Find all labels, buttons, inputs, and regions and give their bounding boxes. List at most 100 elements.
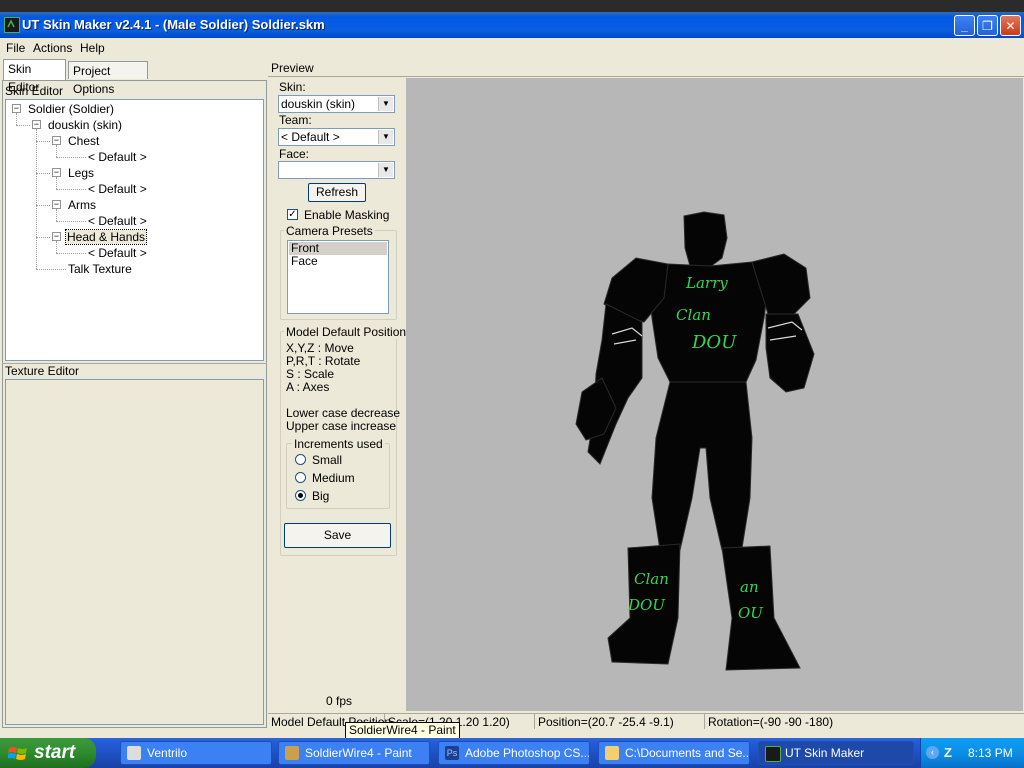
collapse-icon[interactable]: − [52,136,61,145]
collapse-icon[interactable]: − [12,104,21,113]
tree-line [56,189,86,190]
model-text-boot-ou: OU [738,604,764,622]
task-ventrilo-label: Ventrilo [147,746,188,760]
menu-bar [0,38,1024,58]
model-text-boot-dou: DOU [627,596,666,614]
collapse-icon[interactable]: − [52,200,61,209]
close-button[interactable]: ✕ [1000,15,1021,36]
increment-big-label: Big [312,489,330,503]
face-label: Face: [279,147,310,161]
increment-small-radio[interactable] [295,454,306,465]
minimize-button[interactable]: _ [954,15,975,36]
help-scale: S : Scale [286,367,335,381]
tree-line [56,253,86,254]
tree-node-root[interactable]: Soldier (Soldier) [28,102,114,116]
menu-file[interactable]: File [6,41,25,55]
top-strip [0,0,1024,12]
save-button[interactable]: Save [284,523,391,548]
tree-node-talk-texture[interactable]: Talk Texture [68,262,132,276]
team-select[interactable]: < Default > ▼ [278,128,395,146]
increment-small-label: Small [312,453,343,467]
chevron-down-icon: ▼ [378,130,393,144]
team-label: Team: [279,113,312,127]
task-ventrilo[interactable]: Ventrilo [120,741,272,765]
tree-line [36,269,66,270]
help-rotate: P,R,T : Rotate [286,354,361,368]
maximize-button[interactable]: ❐ [977,15,998,36]
model-text-boot-an: an [740,578,759,596]
skin-editor-label: Skin Editor [5,84,64,98]
radio-selected-dot [298,493,303,498]
tab-project-options[interactable]: Project Options [68,61,148,96]
tree-node-skin[interactable]: douskin (skin) [48,118,122,132]
tree-node-arms-default[interactable]: < Default > [88,214,147,228]
enable-masking-checkbox[interactable]: ✓ [287,209,298,220]
windows-flag-icon [8,747,27,760]
tree-node-chest[interactable]: Chest [68,134,99,148]
folder-icon [605,746,619,760]
menu-help[interactable]: Help [80,41,105,55]
ut-skin-maker-icon [765,746,781,762]
chevron-down-icon: ▼ [378,97,393,111]
tab-skin-editor[interactable]: Skin Editor [3,59,66,94]
app-icon [4,17,20,33]
tree-node-legs-default[interactable]: < Default > [88,182,147,196]
tray-expand-icon[interactable]: ‹ [926,746,939,759]
task-explorer-label: C:\Documents and Se... [625,746,750,760]
skin-label: Skin: [279,80,306,94]
soldier-model: Larry Clan DOU Clan DOU an OU [575,211,815,671]
tree-node-legs[interactable]: Legs [68,166,94,180]
texture-editor-label: Texture Editor [5,364,80,378]
model-viewport[interactable]: Larry Clan DOU Clan DOU an OU [406,78,1023,711]
tree-line [16,113,17,125]
task-photoshop[interactable]: Ps Adobe Photoshop CS... [438,741,590,765]
status-divider [704,714,705,729]
tree-line [36,237,50,238]
tree-line [56,221,86,222]
task-paint-label: SoldierWire4 - Paint [305,746,412,760]
help-axes: A : Axes [286,380,330,394]
increment-big-radio[interactable] [295,490,306,501]
tree-node-head-default[interactable]: < Default > [88,246,147,260]
increment-medium-radio[interactable] [295,472,306,483]
model-text-dou: DOU [691,332,737,353]
tree-node-chest-default[interactable]: < Default > [88,150,147,164]
skin-select[interactable]: douskin (skin) ▼ [278,95,395,113]
preview-label: Preview [271,61,314,75]
taskbar-tooltip: SoldierWire4 - Paint [345,722,460,739]
tree-line [56,241,57,253]
paint-icon [285,746,299,760]
model-text-larry: Larry [685,274,728,292]
tree-node-head-hands[interactable]: Head & Hands [64,229,148,245]
task-ut-skin-maker[interactable]: UT Skin Maker [758,741,914,765]
menu-actions[interactable]: Actions [33,41,72,55]
task-explorer[interactable]: C:\Documents and Se... [598,741,750,765]
model-text-boot-clan: Clan [634,570,669,588]
model-text-clan: Clan [676,306,711,324]
camera-preset-face[interactable]: Face [289,255,387,268]
tree-line [36,141,50,142]
help-upper-case: Upper case increase [286,419,397,433]
task-paint[interactable]: SoldierWire4 - Paint [278,741,430,765]
texture-editor-canvas[interactable] [5,379,264,725]
increments-label: Increments used [292,437,385,451]
face-select[interactable]: ▼ [278,161,395,179]
collapse-icon[interactable]: − [32,120,41,129]
divider [268,76,1024,77]
taskbar-clock: 8:13 PM [968,746,1013,760]
increment-medium-label: Medium [312,471,355,485]
camera-presets-label: Camera Presets [284,224,375,238]
enable-masking-label: Enable Masking [304,208,390,222]
tree-line [16,125,30,126]
camera-presets-list[interactable]: Front Face [287,240,389,314]
tree-node-arms[interactable]: Arms [68,198,96,212]
window-title: UT Skin Maker v2.4.1 - (Male Soldier) So… [22,17,325,32]
zonealarm-icon[interactable]: Z [944,745,958,760]
status-rotation: Rotation=(-90 -90 -180) [708,715,834,729]
refresh-button[interactable]: Refresh [308,183,366,202]
chevron-down-icon: ▼ [378,163,393,177]
tree-node-head-hands-label: Head & Hands [64,229,148,245]
collapse-icon[interactable]: − [52,232,61,241]
collapse-icon[interactable]: − [52,168,61,177]
tree-line [36,129,37,269]
